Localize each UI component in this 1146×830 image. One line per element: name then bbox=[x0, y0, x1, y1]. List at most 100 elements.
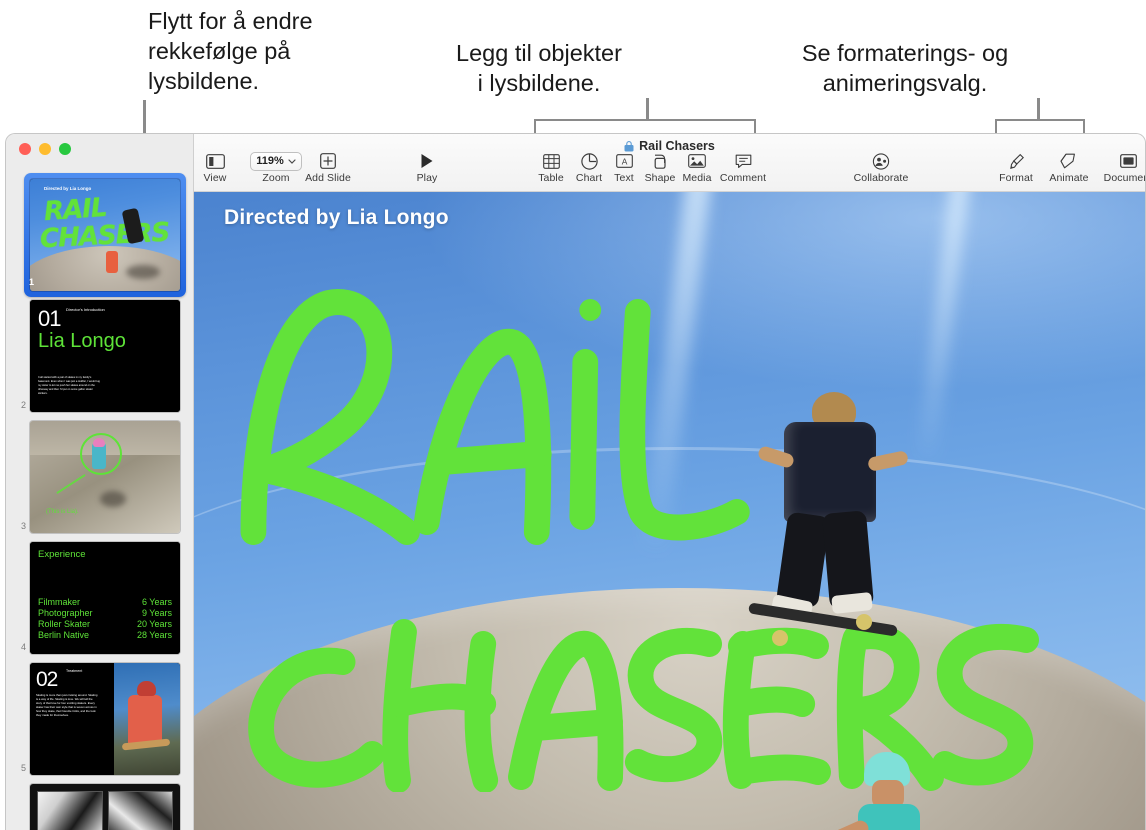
slide-4-row-value: 20 Years bbox=[136, 619, 172, 629]
callout-leader-line-1 bbox=[143, 100, 146, 133]
slide-5-artwork: 02 Treatment Skating is more than just c… bbox=[30, 663, 180, 775]
table-label: Table bbox=[538, 172, 564, 184]
view-label: View bbox=[203, 172, 227, 184]
slide-thumbnail-6[interactable]: 6 bbox=[6, 784, 193, 830]
slide-4-row-label: Roller Skater bbox=[38, 619, 91, 629]
slide-2-artwork: 01 Director's Introduction Lia Longo It … bbox=[30, 300, 180, 412]
slide-thumbnail-3[interactable]: 3 (This is Lia). bbox=[6, 421, 193, 533]
format-button[interactable]: Format bbox=[992, 152, 1040, 184]
slide-thumbnail-1[interactable]: 1 Directed by Lia Longo RAIL CHASERS bbox=[6, 173, 193, 297]
slide-4-rows: Filmmaker 6 Years Photographer 9 Years R… bbox=[38, 597, 172, 640]
slide-1-skater-sitting bbox=[106, 251, 118, 273]
skater-shirt bbox=[784, 422, 876, 522]
format-brush-icon bbox=[1008, 152, 1025, 170]
callout-add-objects: Legg til objekter i lysbildene. bbox=[456, 40, 622, 96]
media-label: Media bbox=[682, 172, 712, 184]
slide-4-row-value: 28 Years bbox=[136, 630, 172, 640]
plus-box-icon bbox=[320, 152, 336, 170]
document-icon bbox=[1119, 152, 1137, 170]
callout-leader-line-2 bbox=[646, 98, 649, 120]
slide-4-row-label: Photographer bbox=[38, 608, 93, 618]
slide-artwork: Directed by Lia Longo bbox=[194, 192, 1145, 830]
slide-5-body: Skating is more than just cruising aroun… bbox=[36, 693, 98, 718]
slide-number-3: 3 bbox=[20, 521, 26, 531]
comment-icon bbox=[735, 152, 752, 170]
chart-label: Chart bbox=[575, 172, 603, 184]
shape-icon bbox=[652, 152, 669, 170]
view-button[interactable]: View bbox=[194, 152, 236, 184]
collaborate-button[interactable]: Collaborate bbox=[846, 152, 916, 184]
screenshot-root: Flytt for å endre rekkefølge på lysbilde… bbox=[0, 0, 1146, 830]
storyboard-panel bbox=[37, 791, 103, 830]
document-label: Document bbox=[1103, 172, 1145, 184]
media-button[interactable]: Media bbox=[676, 152, 718, 184]
slide-2-frame: 01 Director's Introduction Lia Longo It … bbox=[30, 300, 180, 412]
callout-leader-line-3 bbox=[1037, 98, 1040, 120]
table-icon bbox=[542, 152, 560, 170]
page-title: Directed by Lia Longo bbox=[224, 206, 449, 229]
skater-arm bbox=[816, 818, 872, 830]
slide-5-number-label: 02 bbox=[36, 668, 58, 691]
play-button[interactable]: Play bbox=[407, 152, 447, 184]
slide-6-artwork bbox=[30, 784, 180, 830]
play-label: Play bbox=[416, 172, 438, 184]
chart-icon bbox=[580, 152, 598, 170]
slide-4-row: Photographer 9 Years bbox=[38, 608, 172, 618]
animate-button[interactable]: Animate bbox=[1042, 152, 1096, 184]
document-button[interactable]: Document bbox=[1097, 152, 1145, 184]
slide-5-helmet bbox=[137, 681, 156, 696]
slide-navigator[interactable]: 1 Directed by Lia Longo RAIL CHASERS 2 0… bbox=[6, 134, 194, 830]
slide-thumbnail-2[interactable]: 2 01 Director's Introduction Lia Longo I… bbox=[6, 300, 193, 412]
close-button[interactable] bbox=[19, 143, 31, 155]
text-label: Text bbox=[614, 172, 634, 184]
shape-label: Shape bbox=[644, 172, 676, 184]
slide-1-mini-title: Directed by Lia Longo bbox=[44, 186, 92, 191]
table-button[interactable]: Table bbox=[531, 152, 571, 184]
zoom-button[interactable] bbox=[59, 143, 71, 155]
media-icon bbox=[688, 152, 706, 170]
slide-5-eyebrow: Treatment bbox=[66, 669, 83, 673]
slide-3-frame: (This is Lia). bbox=[30, 421, 180, 533]
slide-number-1: 1 bbox=[28, 277, 34, 287]
slide-number-4: 4 bbox=[20, 642, 26, 652]
callout-format-animate: Se formaterings- og animeringsvalg. bbox=[801, 40, 1009, 96]
slide-3-annotation-text: (This is Lia). bbox=[46, 509, 79, 515]
add-slide-button[interactable]: Add Slide bbox=[274, 152, 382, 184]
slide-2-heading: Lia Longo bbox=[38, 330, 126, 352]
comment-label: Comment bbox=[719, 172, 767, 184]
add-slide-label: Add Slide bbox=[305, 172, 351, 184]
slide-4-row-value: 9 Years bbox=[141, 608, 172, 618]
collaborate-icon bbox=[872, 152, 890, 170]
skater-jumping bbox=[748, 392, 910, 662]
slide-6-storyboard-grid bbox=[37, 791, 173, 830]
slide-3-artwork: (This is Lia). bbox=[30, 421, 180, 533]
slide-3-shadow bbox=[100, 491, 126, 507]
slide-4-row-label: Filmmaker bbox=[38, 597, 80, 607]
slide-thumbnail-4[interactable]: 4 Experience Filmmaker 6 Years Photograp… bbox=[6, 542, 193, 654]
chart-button[interactable]: Chart bbox=[569, 152, 609, 184]
slide-2-number-label: 01 bbox=[38, 306, 62, 331]
skater-right-shoe bbox=[831, 591, 873, 615]
callout-move-order: Flytt for å endre rekkefølge på lysbilde… bbox=[148, 8, 313, 94]
slide-1-shadow bbox=[126, 265, 160, 279]
slide-number-5: 5 bbox=[20, 763, 26, 773]
window-controls[interactable] bbox=[19, 143, 71, 155]
text-icon: A bbox=[615, 152, 633, 170]
slide-4-row: Berlin Native 28 Years bbox=[38, 630, 172, 640]
slide-canvas[interactable]: Directed by Lia Longo bbox=[194, 192, 1145, 830]
skateboard-wheel-left bbox=[772, 630, 788, 646]
sidebar-panel-icon bbox=[205, 152, 225, 170]
callout-bracket-2 bbox=[534, 119, 756, 133]
play-triangle-icon bbox=[420, 152, 434, 170]
minimize-button[interactable] bbox=[39, 143, 51, 155]
slide-4-heading: Experience bbox=[38, 549, 86, 560]
skateboard-deck bbox=[748, 602, 898, 637]
slide-3-circle-annotation bbox=[80, 433, 122, 475]
animate-diamond-icon bbox=[1059, 152, 1079, 170]
slide-1-artwork: Directed by Lia Longo RAIL CHASERS bbox=[30, 179, 180, 291]
slide-thumbnail-5[interactable]: 5 02 Treatment Skating is more than just… bbox=[6, 663, 193, 775]
toolbar: Rail Chasers View 119% Zoom Add Slide Pl… bbox=[194, 134, 1145, 192]
comment-button[interactable]: Comment bbox=[713, 152, 773, 184]
slide-5-frame: 02 Treatment Skating is more than just c… bbox=[30, 663, 180, 775]
slide-4-frame: Experience Filmmaker 6 Years Photographe… bbox=[30, 542, 180, 654]
